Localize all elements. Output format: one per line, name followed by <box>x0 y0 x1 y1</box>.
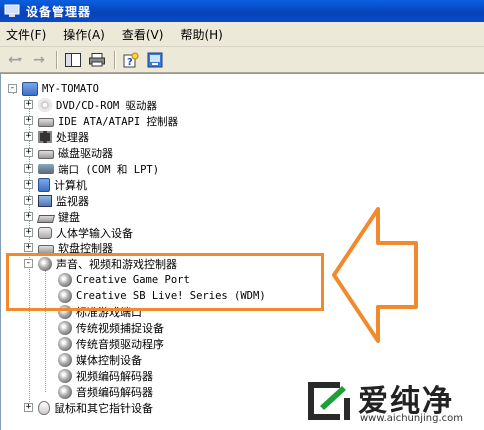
watermark-logo-icon <box>308 382 350 420</box>
help-icon[interactable]: ? <box>120 50 142 70</box>
tree-item-label: 键盘 <box>58 211 80 224</box>
tree-item-label: 鼠标和其它指针设备 <box>54 402 153 415</box>
print-icon[interactable] <box>86 50 108 70</box>
dvd-drive-icon <box>38 98 52 112</box>
tree-item-label: 人体学输入设备 <box>56 227 133 240</box>
expand-toggle[interactable]: + <box>24 164 33 173</box>
keyboard-icon <box>36 214 56 223</box>
tree-child-item[interactable]: 音频编码解码器 <box>58 384 153 400</box>
watermark-url: www.aichunjing.com <box>360 413 463 424</box>
forward-arrow-icon[interactable]: → <box>28 50 50 70</box>
tree-item-processor[interactable]: + 处理器 <box>20 129 89 145</box>
tree-child-item[interactable]: 传统音频驱动程序 <box>58 336 164 352</box>
menu-file[interactable]: 文件(F) <box>6 26 46 43</box>
expand-toggle[interactable]: + <box>24 196 33 205</box>
expand-toggle[interactable]: + <box>24 212 33 221</box>
svg-text:?: ? <box>127 57 133 68</box>
tree-child-label: 传统音频驱动程序 <box>76 338 164 351</box>
expand-toggle[interactable]: + <box>24 116 33 125</box>
watermark: 爱纯净 www.aichunjing.com <box>300 374 484 430</box>
tree-root-label: MY-TOMATO <box>42 83 99 95</box>
tree-item-keyboard[interactable]: + 键盘 <box>20 209 80 225</box>
tree-child-label: 音频编码解码器 <box>76 386 153 399</box>
tree-child-label: 传统视频捕捉设备 <box>76 322 164 335</box>
expand-toggle[interactable]: + <box>24 100 33 109</box>
tree-item-label: 监视器 <box>56 195 89 208</box>
processor-icon <box>38 131 52 143</box>
monitor-icon <box>38 195 52 207</box>
tree-item-label: IDE ATA/ATAPI 控制器 <box>58 115 179 128</box>
computer-icon <box>38 178 50 192</box>
audio-device-icon <box>58 385 72 399</box>
tree-child-item[interactable]: 媒体控制设备 <box>58 352 142 368</box>
window-title: 设备管理器 <box>26 4 92 19</box>
expand-toggle[interactable]: + <box>24 403 33 412</box>
tree-item-label: 磁盘驱动器 <box>58 147 113 160</box>
tree-root[interactable]: - MY-TOMATO <box>4 81 99 97</box>
toolbar: ← ▾ → ? <box>0 47 484 73</box>
tree-item-disk[interactable]: + 磁盘驱动器 <box>20 145 113 161</box>
toolbar-separator <box>114 50 116 69</box>
audio-device-icon <box>58 321 72 335</box>
annotation-arrow-icon <box>332 207 418 343</box>
menu-view[interactable]: 查看(V) <box>122 26 164 43</box>
computer-root-icon <box>22 82 38 96</box>
audio-device-icon <box>58 337 72 351</box>
tree-item-ports[interactable]: + 端口 (COM 和 LPT) <box>20 161 159 177</box>
tree-item-mouse[interactable]: + 鼠标和其它指针设备 <box>20 400 153 416</box>
audio-device-icon <box>58 369 72 383</box>
hid-icon <box>38 227 52 239</box>
tree-child-label: 视频编码解码器 <box>76 370 153 383</box>
annotation-highlight-box <box>6 253 324 311</box>
tree-item-label: 处理器 <box>56 131 89 144</box>
menu-action[interactable]: 操作(A) <box>63 26 105 43</box>
expand-toggle[interactable]: + <box>24 228 33 237</box>
disk-drive-icon <box>38 149 54 159</box>
expand-toggle[interactable]: + <box>24 243 33 252</box>
device-manager-icon <box>4 3 20 19</box>
mouse-icon <box>38 401 50 415</box>
expand-toggle[interactable]: + <box>24 180 33 189</box>
tree-child-item[interactable]: 传统视频捕捉设备 <box>58 320 164 336</box>
collapse-toggle[interactable]: - <box>8 84 17 93</box>
scan-hardware-icon[interactable] <box>144 50 166 70</box>
tree-item-label: 端口 (COM 和 LPT) <box>58 163 160 176</box>
tree-item-dvd[interactable]: + DVD/CD-ROM 驱动器 <box>20 97 157 113</box>
tree-child-label: 媒体控制设备 <box>76 354 142 367</box>
expand-toggle[interactable]: + <box>24 132 33 141</box>
ide-controller-icon <box>38 117 54 127</box>
tree-item-ide[interactable]: + IDE ATA/ATAPI 控制器 <box>20 113 178 129</box>
port-icon <box>38 164 54 174</box>
toolbar-separator <box>56 50 58 69</box>
tree-item-hid[interactable]: + 人体学输入设备 <box>20 225 133 241</box>
audio-device-icon <box>58 353 72 367</box>
back-arrow-icon[interactable]: ← ▾ <box>4 50 26 70</box>
tree-item-label: 计算机 <box>54 179 87 192</box>
menu-help[interactable]: 帮助(H) <box>180 26 222 43</box>
expand-toggle[interactable]: + <box>24 148 33 157</box>
tree-item-label: DVD/CD-ROM 驱动器 <box>56 99 158 112</box>
properties-pane-icon[interactable] <box>62 50 84 70</box>
tree-item-computer[interactable]: + 计算机 <box>20 177 87 193</box>
menu-bar: 文件(F) 操作(A) 查看(V) 帮助(H) <box>0 22 484 47</box>
tree-item-monitor[interactable]: + 监视器 <box>20 193 89 209</box>
tree-child-item[interactable]: 视频编码解码器 <box>58 368 153 384</box>
title-bar: 设备管理器 <box>0 0 484 22</box>
